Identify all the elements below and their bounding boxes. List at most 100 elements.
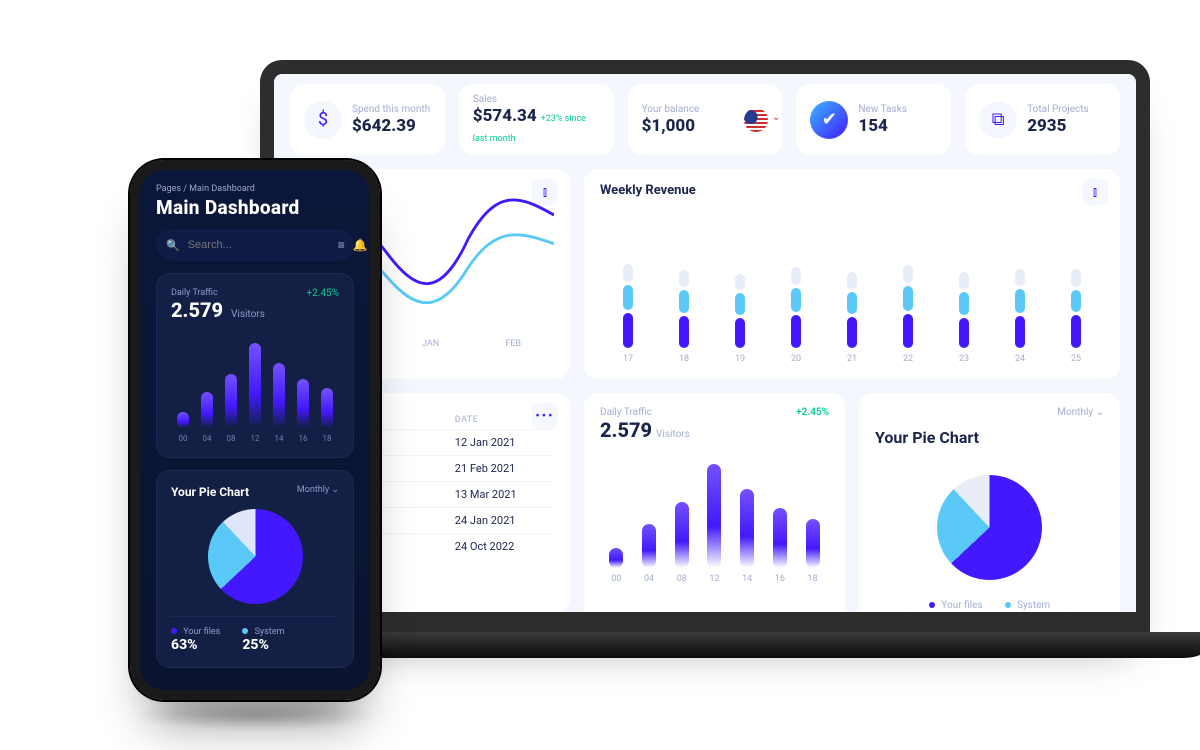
dashboard-grid: ⫾ DEC JAN FEB Weekly Revenue ⫾ 171819202… <box>290 169 1120 613</box>
dollar-icon: $ <box>304 101 342 139</box>
col-header: DATE <box>455 415 479 425</box>
stat-label: Spend this month <box>352 104 430 116</box>
tick: 14 <box>275 434 284 443</box>
laptop-frame: $ Spend this month $642.39 Sales $574.34… <box>260 60 1150 640</box>
stat-spend[interactable]: $ Spend this month $642.39 <box>290 84 445 155</box>
tick: 25 <box>1071 354 1081 364</box>
tick: 24 <box>1015 354 1025 364</box>
legend-label: Your files <box>183 627 220 637</box>
tick: 18 <box>808 574 818 584</box>
weekly-bar <box>791 267 801 348</box>
lower-right-split: +2.45% Daily Traffic 2.579 Visitors 0004… <box>584 393 1120 613</box>
traffic-bar <box>642 524 656 568</box>
stat-label: Your balance <box>642 104 700 116</box>
pie-dropdown[interactable]: Monthly ⌄ <box>297 485 339 495</box>
search-field[interactable] <box>186 238 332 252</box>
laptop-screen: $ Spend this month $642.39 Sales $574.34… <box>274 74 1136 613</box>
legend-label: Your files <box>941 600 982 611</box>
legend-dot-icon <box>1005 602 1011 608</box>
stat-value: $574.34 <box>473 106 537 126</box>
weekly-bar <box>1015 269 1025 348</box>
bell-icon[interactable]: 🔔 <box>353 238 368 252</box>
tick: 12 <box>251 434 260 443</box>
weekly-bar <box>679 270 689 348</box>
daily-traffic-card: +2.45% Daily Traffic 2.579 Visitors 0004… <box>584 393 845 640</box>
legend-value: 25% <box>1005 611 1051 627</box>
weekly-bars <box>600 208 1104 348</box>
traffic-bar <box>675 502 689 568</box>
tick: 08 <box>677 574 687 584</box>
stat-balance[interactable]: Your balance $1,000 <box>628 84 783 155</box>
stat-value: 2935 <box>1027 116 1066 136</box>
weekly-bar <box>903 265 913 348</box>
stat-tasks[interactable]: ✔ New Tasks 154 <box>796 84 951 155</box>
traffic-bar <box>177 412 189 428</box>
cell-date: 21 Feb 2021 <box>455 462 516 475</box>
tick: JAN <box>422 339 439 349</box>
traffic-bar <box>249 343 261 429</box>
tick: 12 <box>709 574 719 584</box>
card-title: Your Pie Chart <box>875 428 1104 447</box>
stat-value: $642.39 <box>352 116 416 136</box>
chart-options-icon[interactable]: ⫾ <box>532 179 558 205</box>
traffic-value: 2.579 <box>600 418 652 442</box>
flag-usa-icon[interactable] <box>744 108 768 132</box>
traffic-bar <box>806 519 820 569</box>
pie-legend: Your files 63% System 25% <box>913 590 1066 637</box>
weekly-bar <box>1071 269 1081 348</box>
tick: 16 <box>299 434 308 443</box>
traffic-bar <box>321 388 333 429</box>
traffic-bars <box>171 338 339 428</box>
stat-sales[interactable]: Sales $574.34 +23% since last month <box>459 84 614 155</box>
search-icon: 🔍 <box>166 239 180 252</box>
traffic-bar <box>273 363 285 428</box>
legend-value: 63% <box>171 637 220 653</box>
pie-dropdown[interactable]: Monthly ⌄ <box>1057 407 1104 418</box>
projects-icon: ⧉ <box>979 101 1017 139</box>
pie-chart <box>208 509 303 604</box>
chart-options-icon[interactable]: ⫾ <box>1082 179 1108 205</box>
tick: 20 <box>791 354 801 364</box>
phone-daily-traffic-card: +2.45% Daily Traffic 2.579 Visitors 0004… <box>156 273 354 458</box>
traffic-value: 2.579 <box>171 298 223 322</box>
phone-screen: Pages / Main Dashboard Main Dashboard 🔍 … <box>140 170 370 668</box>
traffic-bar <box>609 548 623 568</box>
stat-projects[interactable]: ⧉ Total Projects 2935 <box>965 84 1120 155</box>
tick: FEB <box>505 339 521 349</box>
tick: 04 <box>203 434 212 443</box>
task-check-icon: ✔ <box>810 101 848 139</box>
page-title: Main Dashboard <box>156 196 354 219</box>
tick: 23 <box>959 354 969 364</box>
traffic-bars <box>600 458 829 568</box>
stat-label: New Tasks <box>858 104 906 116</box>
stat-value: 154 <box>858 116 887 136</box>
legend-item-system: System 25% <box>1005 600 1051 627</box>
tick: 21 <box>847 354 857 364</box>
breadcrumb[interactable]: Pages / Main Dashboard <box>156 184 354 194</box>
weekly-x-ticks: 171819202122232425 <box>600 354 1104 364</box>
traffic-bar <box>297 379 309 429</box>
weekly-bar <box>735 274 745 348</box>
legend-item-files: Your files 63% <box>171 627 220 653</box>
more-icon[interactable]: ••• <box>532 403 558 429</box>
traffic-delta: +2.45% <box>307 288 340 299</box>
legend-label: System <box>1017 600 1050 611</box>
info-icon[interactable]: ⓘ <box>376 237 380 254</box>
cell-date: 24 Oct 2022 <box>455 540 514 553</box>
cell-date: 13 Mar 2021 <box>455 488 517 501</box>
legend-dot-icon <box>171 628 177 634</box>
menu-icon[interactable]: ≡ <box>338 238 345 252</box>
tick: 00 <box>179 434 188 443</box>
tick: 18 <box>323 434 332 443</box>
search-input[interactable]: 🔍 ≡ 🔔 ⓘ ☀ AP <box>156 229 354 261</box>
weekly-bar <box>623 264 633 348</box>
tick: 22 <box>903 354 913 364</box>
phone-pie-card: Monthly ⌄ Your Pie Chart Your files 63% … <box>156 470 354 668</box>
traffic-x-ticks: 00040812141618 <box>600 574 829 584</box>
traffic-label: Daily Traffic <box>600 407 829 418</box>
weekly-revenue-card: Weekly Revenue ⫾ 171819202122232425 <box>584 169 1120 379</box>
stats-row: $ Spend this month $642.39 Sales $574.34… <box>290 84 1120 155</box>
traffic-bar <box>225 374 237 428</box>
traffic-unit: Visitors <box>656 429 690 440</box>
pie-chart <box>937 475 1042 580</box>
